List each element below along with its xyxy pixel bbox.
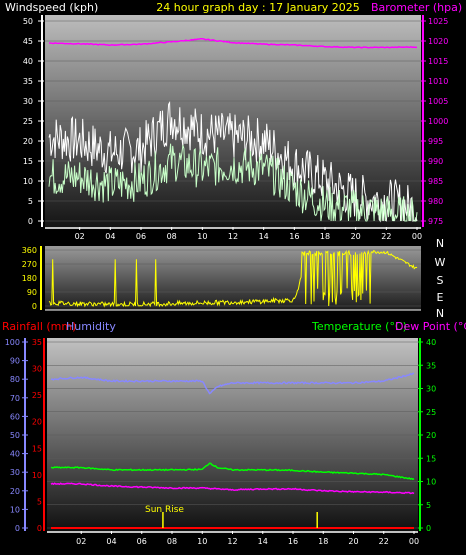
barometer-axis-label: Barometer (hpa) — [371, 1, 462, 14]
tick-label: 30 — [23, 97, 33, 106]
x-tick-label: 20 — [348, 537, 358, 546]
rain-tick-label: 0 — [37, 524, 42, 533]
x-tick-label: 22 — [379, 537, 389, 546]
temperature-tick-label: 25 — [426, 408, 436, 417]
tick-label: 50 — [23, 17, 33, 26]
tick-label: 975 — [428, 217, 443, 226]
x-tick-label: 14 — [258, 537, 268, 546]
dewpoint-axis-label: Dew Point (°C) — [395, 320, 466, 333]
x-tick-label: 18 — [320, 232, 330, 241]
rain-tick-label: 5 — [37, 497, 42, 506]
compass-label-n: N — [436, 307, 444, 320]
humidity-axis-label: Humidity — [66, 320, 116, 333]
temperature-tick-label: 0 — [426, 524, 431, 533]
tick-label: 45 — [23, 37, 33, 46]
x-tick-label: 06 — [137, 537, 147, 546]
temperature-axis-label: Temperature (°C) — [311, 320, 407, 333]
temperature-tick-label: 30 — [426, 385, 436, 394]
x-tick-label: 08 — [167, 232, 177, 241]
rain-tick-label: 15 — [32, 444, 42, 453]
x-tick-label: 18 — [318, 537, 328, 546]
x-tick-label: 16 — [288, 537, 298, 546]
chart-title: 24 hour graph day : 17 January 2025 — [156, 1, 360, 14]
humidity-tick-label: 30 — [10, 468, 20, 477]
weather-graph: Windspeed (kph) 24 hour graph day : 17 J… — [2, 1, 466, 546]
x-tick-label: 02 — [76, 537, 86, 546]
humidity-tick-label: 100 — [5, 338, 20, 347]
temperature-panel-background — [47, 338, 418, 531]
tick-label: 1000 — [428, 117, 448, 126]
humidity-tick-label: 0 — [15, 524, 20, 533]
rain-tick-label: 10 — [32, 471, 42, 480]
x-tick-label: 14 — [259, 232, 269, 241]
tick-label: 1025 — [428, 17, 448, 26]
rain-tick-label: 30 — [32, 365, 42, 374]
tick-label: 25 — [23, 117, 33, 126]
compass-label-w: W — [435, 256, 446, 269]
humidity-tick-label: 50 — [10, 431, 20, 440]
tick-label: 35 — [23, 77, 33, 86]
tick-label: 985 — [428, 177, 443, 186]
rain-tick-label: 25 — [32, 391, 42, 400]
tick-label: 90 — [27, 288, 37, 297]
x-tick-label: 00 — [409, 537, 419, 546]
humidity-tick-label: 10 — [10, 505, 20, 514]
tick-label: 990 — [428, 157, 443, 166]
compass-label-e: E — [437, 291, 444, 304]
tick-label: 5 — [28, 197, 33, 206]
tick-label: 15 — [23, 157, 33, 166]
wind-axis-label: Windspeed (kph) — [5, 1, 98, 14]
compass-label-n: N — [436, 237, 444, 250]
rain-tick-label: 35 — [32, 338, 42, 347]
tick-label: 1005 — [428, 97, 448, 106]
rain-tick-label: 20 — [32, 418, 42, 427]
tick-label: 1010 — [428, 77, 448, 86]
temperature-x-axis: 02 04 06 08 10 12 14 16 18 20 22 00 — [47, 531, 419, 546]
x-tick-label: 22 — [381, 232, 391, 241]
x-tick-label: 04 — [105, 232, 115, 241]
tick-label: 180 — [22, 274, 37, 283]
temperature-tick-label: 15 — [426, 454, 436, 463]
humidity-tick-label: 90 — [10, 357, 20, 366]
temperature-tick-label: 35 — [426, 361, 436, 370]
tick-label: 995 — [428, 137, 443, 146]
x-tick-label: 00 — [412, 232, 422, 241]
x-tick-label: 08 — [167, 537, 177, 546]
temperature-tick-label: 10 — [426, 478, 436, 487]
tick-label: 0 — [28, 217, 33, 226]
tick-label: 40 — [23, 57, 33, 66]
temperature-tick-label: 40 — [426, 338, 436, 347]
x-tick-label: 10 — [197, 232, 207, 241]
wind-x-axis: 02 04 06 08 10 12 14 16 18 20 22 00 — [45, 227, 422, 241]
x-tick-label: 12 — [227, 537, 237, 546]
barometer-y-axis: 975 980 985 990 995 1000 1005 1010 1015 1020 1025 — [421, 15, 448, 227]
wind-y-axis: 0 5 10 15 20 25 30 35 40 45 50 — [23, 15, 44, 227]
humidity-tick-label: 60 — [10, 412, 20, 421]
humidity-tick-label: 40 — [10, 450, 20, 459]
tick-label: 360 — [22, 246, 37, 255]
x-tick-label: 20 — [351, 232, 361, 241]
tick-label: 1015 — [428, 57, 448, 66]
x-tick-label: 10 — [197, 537, 207, 546]
x-tick-label: 12 — [228, 232, 238, 241]
tick-label: 10 — [23, 177, 33, 186]
humidity-tick-label: 20 — [10, 487, 20, 496]
compass-label-s: S — [437, 274, 444, 287]
x-tick-label: 16 — [289, 232, 299, 241]
temperature-tick-label: 20 — [426, 431, 436, 440]
sunrise-annotation: Sun Rise — [145, 505, 184, 515]
tick-label: 0 — [32, 302, 37, 311]
x-tick-label: 06 — [136, 232, 146, 241]
tick-label: 20 — [23, 137, 33, 146]
x-tick-label: 02 — [75, 232, 85, 241]
x-tick-label: 04 — [106, 537, 116, 546]
humidity-tick-label: 80 — [10, 375, 20, 384]
tick-label: 980 — [428, 197, 443, 206]
compass-labels: NWSEN — [435, 237, 446, 320]
humidity-tick-label: 70 — [10, 394, 20, 403]
temperature-tick-label: 5 — [426, 501, 431, 510]
tick-label: 270 — [22, 260, 37, 269]
tick-label: 1020 — [428, 37, 448, 46]
